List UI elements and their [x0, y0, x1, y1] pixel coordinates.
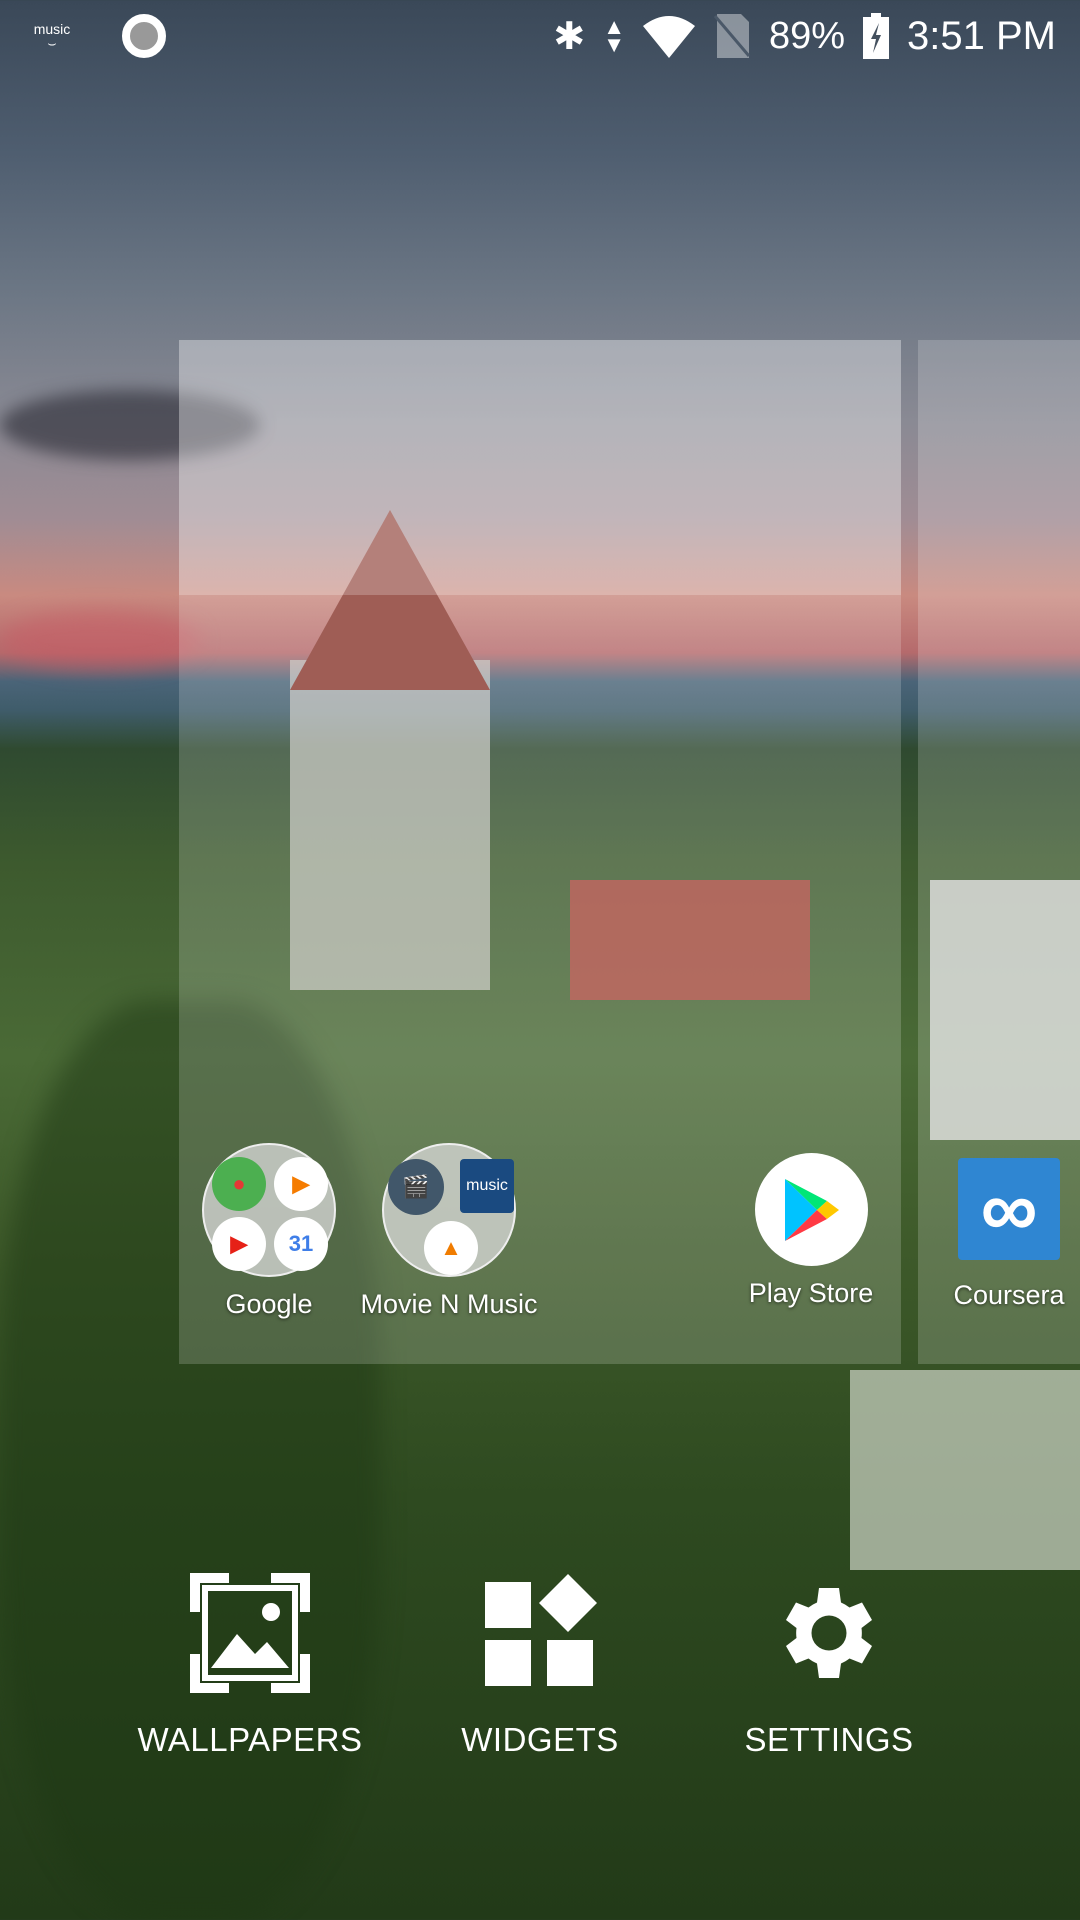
maps-icon: ●: [212, 1157, 266, 1211]
youtube-icon: ▶: [212, 1217, 266, 1271]
folder-google[interactable]: ● ▶ ▶ 31 Google: [169, 1143, 369, 1320]
amazon-music-app-icon: music: [460, 1159, 514, 1213]
movie-n-music-folder-icon: 🎬 music ▲: [382, 1143, 516, 1277]
coursera-icon: ∞: [958, 1158, 1060, 1260]
wallpapers-button[interactable]: WALLPAPERS: [120, 1570, 380, 1759]
wifi-icon: [642, 16, 695, 58]
status-bar: music ⌣ ✱ ▲ ▼ 89% 3:51 PM: [0, 0, 1080, 72]
option-label: WIDGETS: [461, 1721, 619, 1758]
play-store-icon: [754, 1153, 868, 1266]
calendar-icon: 31: [274, 1217, 328, 1271]
data-arrows-icon: ▲ ▼: [603, 14, 625, 57]
app-label: Play Store: [748, 1278, 874, 1308]
battery-percent: 89%: [768, 14, 846, 57]
wallpaper-icon: [190, 1572, 310, 1693]
gear-icon: [786, 1587, 872, 1678]
app-coursera[interactable]: ∞ Coursera: [909, 1158, 1080, 1311]
option-label: WALLPAPERS: [137, 1721, 363, 1758]
video-icon: 🎬: [388, 1159, 444, 1215]
app-play-store[interactable]: Play Store: [711, 1143, 911, 1309]
app-label: Google: [225, 1289, 313, 1319]
clock: 3:51 PM: [907, 13, 1056, 58]
bluetooth-icon: ✱: [553, 15, 586, 58]
amazon-music-icon: music ⌣: [33, 21, 71, 51]
app-label: Coursera: [953, 1280, 1065, 1310]
play-music-icon: ▶: [274, 1157, 328, 1211]
record-icon: [122, 14, 166, 58]
no-sim-icon: [713, 14, 751, 58]
settings-button[interactable]: SETTINGS: [699, 1570, 959, 1759]
widgets-icon: [485, 1573, 597, 1686]
option-label: SETTINGS: [744, 1721, 914, 1758]
google-folder-icon: ● ▶ ▶ 31: [202, 1143, 336, 1277]
page-preview-header: [179, 340, 901, 595]
battery-charging-icon: [863, 13, 890, 59]
app-label: Movie N Music: [360, 1289, 538, 1319]
folder-movie-n-music[interactable]: 🎬 music ▲ Movie N Music: [349, 1143, 549, 1320]
vlc-icon: ▲: [424, 1221, 478, 1275]
widgets-button[interactable]: WIDGETS: [410, 1570, 670, 1759]
